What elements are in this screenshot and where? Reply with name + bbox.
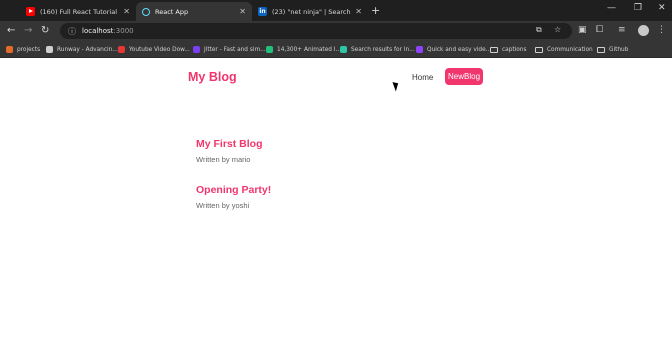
bookmark-favicon-icon bbox=[193, 46, 200, 53]
folder-icon bbox=[535, 46, 543, 53]
maximize-icon[interactable]: ❐ bbox=[634, 3, 642, 13]
bookmark-label: captions bbox=[502, 46, 527, 53]
bookmark-favicon-icon bbox=[416, 46, 423, 53]
page-content: My Blog Home NewBlog My First Blog Writt… bbox=[0, 58, 672, 360]
bookmark-search-results[interactable]: Search results for In... bbox=[340, 44, 415, 55]
bookmark-favicon-icon bbox=[6, 46, 13, 53]
bookmark-runway[interactable]: Runway - Advancin... bbox=[46, 44, 118, 55]
url-host: localhost bbox=[82, 27, 114, 35]
new-blog-button[interactable]: NewBlog bbox=[445, 68, 484, 85]
back-icon[interactable]: ← bbox=[7, 25, 15, 37]
new-tab-button[interactable]: + bbox=[371, 4, 380, 17]
bookmark-projects[interactable]: projects bbox=[6, 44, 40, 55]
menu-kebab-icon[interactable]: ⋮ bbox=[657, 25, 666, 35]
bookmarks-bar: projects Runway - Advancin... Youtube Vi… bbox=[0, 41, 672, 58]
bookmark-youtube-downloader[interactable]: Youtube Video Dow... bbox=[118, 44, 190, 55]
bookmark-favicon-icon bbox=[46, 46, 53, 53]
media-icon[interactable]: ≡ bbox=[618, 25, 626, 35]
tab-youtube[interactable]: (160) Full React Tutorial #32 - C ✕ bbox=[20, 2, 136, 21]
tab-react-app[interactable]: React App ✕ bbox=[136, 2, 252, 21]
forward-icon[interactable]: → bbox=[24, 25, 32, 37]
profile-avatar[interactable] bbox=[638, 25, 649, 36]
bookmark-jitter[interactable]: Jitter - Fast and sim... bbox=[193, 44, 266, 55]
window-close-icon[interactable]: ✕ bbox=[658, 3, 666, 13]
react-icon bbox=[142, 7, 150, 16]
address-bar[interactable]: ⓘ localhost:3000 ⧉ ☆ bbox=[60, 23, 572, 39]
bookmark-folder-captions[interactable]: captions bbox=[490, 44, 527, 55]
bookmark-label: Quick and easy vide... bbox=[427, 46, 492, 53]
bookmark-folder-communication[interactable]: Communication bbox=[535, 44, 593, 55]
extensions-puzzle-icon[interactable]: ⧠ bbox=[596, 25, 603, 35]
blog-title[interactable]: My First Blog bbox=[196, 138, 496, 150]
youtube-icon bbox=[26, 7, 35, 16]
site-info-icon[interactable]: ⓘ bbox=[68, 26, 76, 37]
close-icon[interactable]: ✕ bbox=[123, 7, 130, 16]
blog-author: Written by yoshi bbox=[196, 201, 250, 210]
blog-title[interactable]: Opening Party! bbox=[196, 184, 496, 196]
bookmark-favicon-icon bbox=[118, 46, 125, 53]
blog-preview[interactable]: My First Blog Written by mario bbox=[196, 138, 496, 184]
blog-author: Written by mario bbox=[196, 155, 251, 164]
brand-title: My Blog bbox=[188, 70, 237, 84]
blog-preview[interactable]: Opening Party! Written by yoshi bbox=[196, 184, 496, 230]
bookmark-label: Github bbox=[609, 46, 629, 53]
tab-strip: (160) Full React Tutorial #32 - C ✕ Reac… bbox=[0, 0, 672, 21]
bookmark-label: Runway - Advancin... bbox=[57, 46, 118, 53]
close-icon[interactable]: ✕ bbox=[239, 7, 246, 16]
url-port: :3000 bbox=[113, 27, 134, 35]
bookmark-label: 14,300+ Animated I... bbox=[277, 46, 342, 53]
bookmark-label: Communication bbox=[547, 46, 593, 53]
bookmark-quick-video[interactable]: Quick and easy vide... bbox=[416, 44, 491, 55]
app-navbar: My Blog Home NewBlog bbox=[188, 66, 484, 94]
tab-title: React App bbox=[155, 7, 189, 16]
bookmark-label: Jitter - Fast and sim... bbox=[204, 46, 266, 53]
tab-linkedin[interactable]: in (23) "net ninja" | Search | LinkedIn … bbox=[252, 2, 368, 21]
close-icon[interactable]: ✕ bbox=[355, 7, 362, 16]
bookmark-label: Search results for In... bbox=[351, 46, 415, 53]
extension-icon[interactable]: ▣ bbox=[578, 25, 587, 35]
browser-toolbar: ← → ↻ ⓘ localhost:3000 ⧉ ☆ ▣ ⧠ ≡ ⋮ bbox=[0, 21, 672, 41]
bookmark-label: Youtube Video Dow... bbox=[129, 46, 190, 53]
bookmark-star-icon[interactable]: ☆ bbox=[554, 25, 561, 34]
minimize-icon[interactable]: — bbox=[607, 3, 616, 13]
linkedin-icon: in bbox=[258, 7, 267, 16]
bookmark-favicon-icon bbox=[340, 46, 347, 53]
bookmark-animated-icons[interactable]: 14,300+ Animated I... bbox=[266, 44, 341, 55]
folder-icon bbox=[597, 46, 605, 53]
blog-list: My First Blog Written by mario Opening P… bbox=[196, 138, 496, 230]
bookmark-favicon-icon bbox=[266, 46, 273, 53]
reload-icon[interactable]: ↻ bbox=[41, 25, 49, 37]
install-app-icon[interactable]: ⧉ bbox=[536, 25, 542, 35]
bookmark-label: projects bbox=[17, 46, 41, 53]
folder-icon bbox=[490, 46, 498, 53]
tab-title: (23) "net ninja" | Search | LinkedIn bbox=[272, 7, 351, 16]
bookmark-folder-github[interactable]: Github bbox=[597, 44, 628, 55]
tab-title: (160) Full React Tutorial #32 - C bbox=[40, 7, 119, 16]
nav-home-link[interactable]: Home bbox=[412, 73, 433, 82]
